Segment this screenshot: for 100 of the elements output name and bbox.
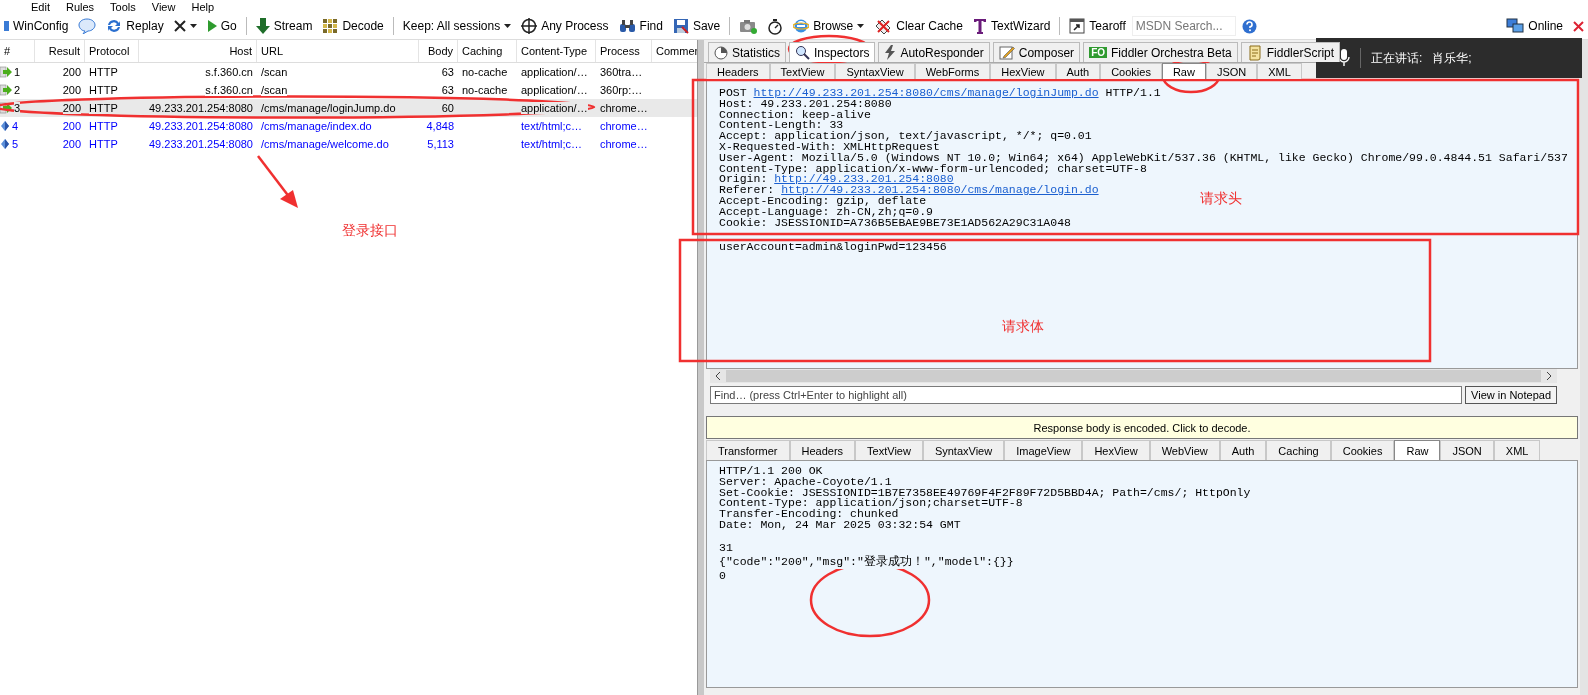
column-header[interactable]: Body xyxy=(419,40,458,62)
table-cell: /scan xyxy=(261,66,288,78)
tab[interactable]: SyntaxView xyxy=(922,440,1005,460)
online-status[interactable]: Online xyxy=(1502,16,1567,36)
table-cell: 200 xyxy=(62,138,81,150)
textwizard-button[interactable]: TextWizard xyxy=(968,16,1055,36)
column-header[interactable]: URL xyxy=(257,40,419,62)
down-arrow-icon xyxy=(255,18,270,34)
tab[interactable]: Headers xyxy=(706,63,770,79)
tearoff-button[interactable]: Tearoff xyxy=(1065,16,1130,36)
winconfig-button[interactable]: WinConfig xyxy=(0,17,73,35)
tab[interactable]: Composer xyxy=(992,42,1081,62)
right-arrow-icon xyxy=(0,66,12,78)
tab[interactable]: XML xyxy=(1257,63,1302,79)
tab[interactable]: FO Fiddler Orchestra Beta xyxy=(1083,42,1238,62)
tab[interactable]: HexView xyxy=(1082,440,1150,460)
tab[interactable]: XML xyxy=(1493,440,1541,460)
table-cell: /cms/manage/welcome.do xyxy=(261,138,389,150)
table-cell: /cms/manage/loginJump.do xyxy=(261,102,396,114)
annotation-arrow xyxy=(257,155,298,208)
tab[interactable]: Transformer xyxy=(706,440,790,460)
annotation-label: 请求体 xyxy=(1002,318,1044,336)
tab[interactable]: Inspectors xyxy=(789,42,876,62)
tab[interactable]: Cookies xyxy=(1330,440,1395,460)
decode-button[interactable]: Decode xyxy=(318,16,388,36)
menu-item[interactable]: View xyxy=(150,1,177,13)
table-cell: chrome… xyxy=(600,120,648,132)
table-cell: 63 xyxy=(441,84,454,96)
tab[interactable]: Headers xyxy=(789,440,856,460)
replay-button[interactable]: Replay xyxy=(102,16,168,36)
browse-button[interactable]: Browse xyxy=(789,16,869,36)
tab[interactable]: WebView xyxy=(1149,440,1220,460)
decode-notice[interactable]: Response body is encoded. Click to decode. xyxy=(706,416,1578,439)
tab[interactable]: FiddlerScript xyxy=(1240,42,1341,62)
session-row[interactable]: 3 200 HTTP 49.233.201.254:8080 /cms/manage/loginJump.do 60 application/… chrome… xyxy=(0,99,697,117)
column-header[interactable]: Result xyxy=(35,40,85,62)
stream-button[interactable]: Stream xyxy=(251,16,317,36)
eraser-icon xyxy=(874,18,893,34)
tab[interactable]: Raw xyxy=(1394,440,1441,460)
tab[interactable]: TextView xyxy=(855,440,923,460)
tab[interactable]: Cookies xyxy=(1100,63,1162,79)
keep-dropdown[interactable]: Keep: All sessions xyxy=(398,17,516,35)
url-link[interactable]: http://49.233.201.254:8080/cms/manage/login.do xyxy=(781,183,1099,197)
table-cell: 1 xyxy=(14,66,21,78)
save-button[interactable]: Save xyxy=(668,16,725,36)
view-in-notepad-button[interactable]: View in Notepad xyxy=(1465,386,1557,404)
url-link[interactable]: http://49.233.201.254:8080/cms/manage/loginJump.do xyxy=(753,86,1099,99)
annotation-label: 请求头 xyxy=(1200,190,1242,208)
grid-icon xyxy=(322,18,339,34)
tab[interactable]: Auth xyxy=(1219,440,1267,460)
column-header[interactable]: Process xyxy=(596,40,652,62)
column-header[interactable]: Caching xyxy=(458,40,517,62)
globe-icon xyxy=(793,18,810,34)
tab[interactable]: Raw xyxy=(1161,63,1206,79)
column-header[interactable]: Commer xyxy=(652,40,697,62)
tab[interactable]: Statistics xyxy=(708,42,786,62)
clear-cache-button[interactable]: Clear Cache xyxy=(870,16,967,36)
chart-icon xyxy=(714,45,728,60)
tab[interactable]: AutoResponder xyxy=(878,42,990,62)
table-cell: 5 xyxy=(12,138,19,150)
tab[interactable]: WebForms xyxy=(914,63,991,79)
binoculars-icon xyxy=(618,19,636,33)
table-cell: 4 xyxy=(12,120,19,132)
table-cell: application/… xyxy=(521,66,588,78)
tab[interactable]: SyntaxView xyxy=(835,63,915,79)
table-cell: s.f.360.cn xyxy=(205,84,253,96)
table-cell: chrome… xyxy=(600,138,648,150)
x-icon xyxy=(173,20,186,32)
column-header[interactable]: Content-Type xyxy=(517,40,596,62)
menu-item[interactable]: Rules xyxy=(64,1,96,13)
table-cell: application/… xyxy=(521,102,588,114)
tab[interactable]: Caching xyxy=(1266,440,1331,460)
tab[interactable]: JSON xyxy=(1440,440,1494,460)
search-field[interactable]: MSDN Search... xyxy=(1131,16,1236,36)
menu-item[interactable]: Edit xyxy=(30,1,51,13)
menu-item[interactable]: Help xyxy=(190,1,216,13)
find-button[interactable]: Find xyxy=(614,17,667,35)
column-header[interactable]: # xyxy=(0,40,35,62)
speaker-name: 肖乐华; xyxy=(1432,49,1472,67)
scroll-icon xyxy=(1246,44,1263,61)
stopwatch-icon xyxy=(767,17,784,35)
table-cell: 49.233.201.254:8080 xyxy=(149,120,253,132)
table-cell: 4,848 xyxy=(426,120,454,132)
horizontal-scrollbar[interactable] xyxy=(710,369,1557,383)
tab[interactable]: HexView xyxy=(990,63,1056,79)
lightning-icon xyxy=(884,45,897,60)
tab[interactable]: TextView xyxy=(769,63,836,79)
tab[interactable]: JSON xyxy=(1205,63,1258,79)
find-field[interactable]: Find… (press Ctrl+Enter to highlight all) xyxy=(710,386,1463,404)
process-filter-button[interactable]: Any Process xyxy=(517,16,613,36)
menu-item[interactable]: Tools xyxy=(109,1,137,13)
tab[interactable]: Auth xyxy=(1055,63,1101,79)
column-header[interactable]: Protocol xyxy=(85,40,139,62)
tab[interactable]: ImageView xyxy=(1004,440,1083,460)
table-cell: 63 xyxy=(441,66,454,78)
table-cell: no-cache xyxy=(462,84,508,96)
table-cell: application/… xyxy=(521,84,588,96)
table-cell: text/html;c… xyxy=(521,138,583,150)
go-button[interactable]: Go xyxy=(202,17,241,35)
column-header[interactable]: Host xyxy=(139,40,257,62)
